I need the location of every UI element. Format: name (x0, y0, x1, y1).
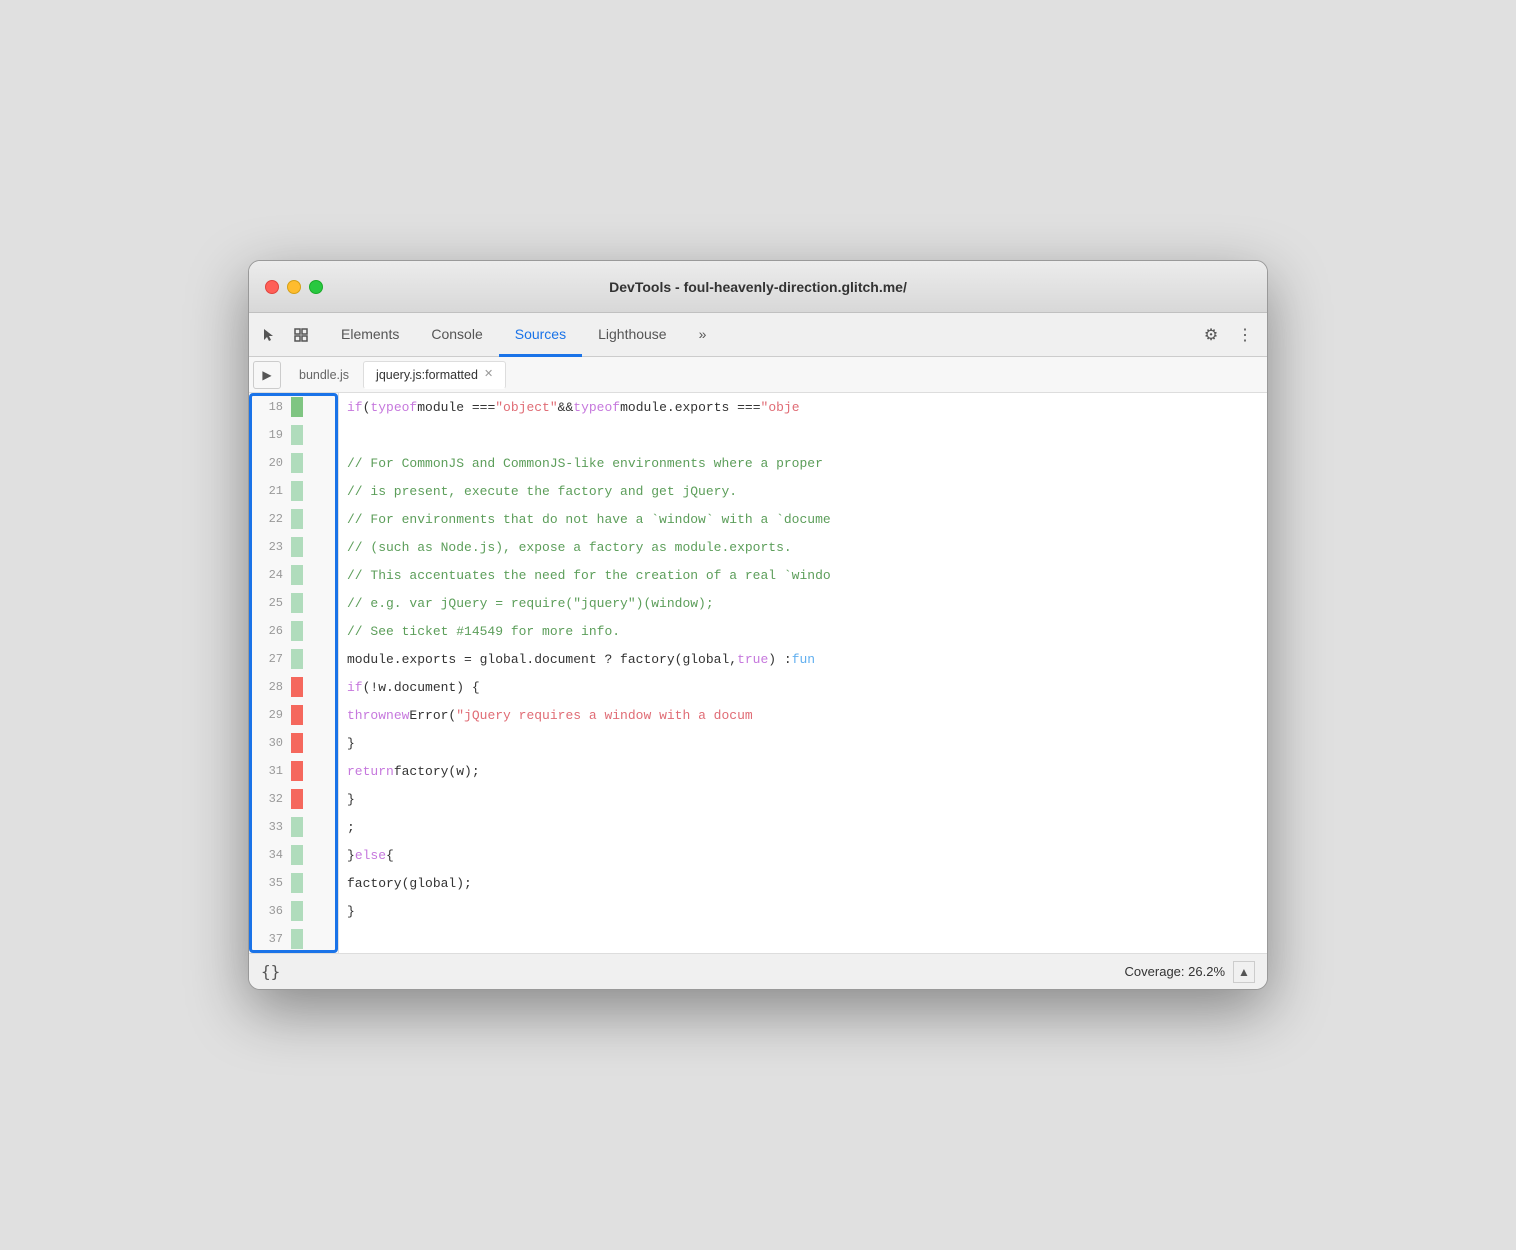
window-title: DevTools - foul-heavenly-direction.glitc… (609, 279, 907, 295)
gutter-line-26: 26 (249, 617, 338, 645)
gutter-line-28: 28 (249, 673, 338, 701)
code-line-22: // For environments that do not have a `… (347, 505, 1267, 533)
gutter-line-19: 19 (249, 421, 338, 449)
coverage-34 (291, 845, 303, 865)
coverage-20 (291, 453, 303, 473)
gutter-line-23: 23 (249, 533, 338, 561)
code-line-31: return factory(w); (347, 757, 1267, 785)
coverage-24 (291, 565, 303, 585)
code-line-18: if (typeof module === "object" && typeof… (347, 393, 1267, 421)
coverage-label: Coverage: 26.2% (1125, 964, 1225, 979)
tab-bar-actions: ⚙ ⋮ (1197, 313, 1259, 356)
gutter-line-37: 37 (249, 925, 338, 953)
code-line-35: factory(global); (347, 869, 1267, 897)
gutter-line-25: 25 (249, 589, 338, 617)
gutter-line-31: 31 (249, 757, 338, 785)
gutter-line-35: 35 (249, 869, 338, 897)
code-line-27: module.exports = global.document ? facto… (347, 645, 1267, 673)
more-options-icon[interactable]: ⋮ (1231, 321, 1259, 349)
code-line-33: ; (347, 813, 1267, 841)
code-line-25: // e.g. var jQuery = require("jquery")(w… (347, 589, 1267, 617)
maximize-button[interactable] (309, 280, 323, 294)
gutter-line-34: 34 (249, 841, 338, 869)
coverage-36 (291, 901, 303, 921)
coverage-26 (291, 621, 303, 641)
format-button[interactable]: {} (261, 962, 280, 981)
coverage-23 (291, 537, 303, 557)
coverage-37 (291, 929, 303, 949)
code-panel[interactable]: if (typeof module === "object" && typeof… (339, 393, 1267, 953)
code-line-26: // See ticket #14549 for more info. (347, 617, 1267, 645)
file-tab-jquery[interactable]: jquery.js:formatted ✕ (363, 361, 506, 389)
code-editor: 18 19 20 21 22 (249, 393, 1267, 953)
code-line-34: } else { (347, 841, 1267, 869)
tab-bar: Elements Console Sources Lighthouse » ⚙ … (249, 313, 1267, 357)
close-button[interactable] (265, 280, 279, 294)
traffic-lights (265, 280, 323, 294)
gutter-line-29: 29 (249, 701, 338, 729)
title-bar: DevTools - foul-heavenly-direction.glitc… (249, 261, 1267, 313)
file-tab-bar: ▶ bundle.js jquery.js:formatted ✕ (249, 357, 1267, 393)
tab-elements[interactable]: Elements (325, 314, 415, 357)
coverage-28 (291, 677, 303, 697)
gutter-line-18: 18 (249, 393, 338, 421)
code-line-28: if (!w.document) { (347, 673, 1267, 701)
coverage-29 (291, 705, 303, 725)
code-line-30: } (347, 729, 1267, 757)
tab-bar-tools (257, 313, 325, 356)
code-line-37 (347, 925, 1267, 953)
tab-lighthouse[interactable]: Lighthouse (582, 314, 683, 357)
main-tabs: Elements Console Sources Lighthouse » (325, 313, 1197, 356)
coverage-18 (291, 397, 303, 417)
gutter-line-21: 21 (249, 477, 338, 505)
close-tab-icon[interactable]: ✕ (484, 369, 493, 380)
tab-more[interactable]: » (683, 314, 723, 357)
gutter-line-32: 32 (249, 785, 338, 813)
coverage-27 (291, 649, 303, 669)
coverage-31 (291, 761, 303, 781)
gutter-line-27: 27 (249, 645, 338, 673)
coverage-21 (291, 481, 303, 501)
code-line-23: // (such as Node.js), expose a factory a… (347, 533, 1267, 561)
tab-console[interactable]: Console (415, 314, 498, 357)
settings-icon[interactable]: ⚙ (1197, 321, 1225, 349)
code-line-20: // For CommonJS and CommonJS-like enviro… (347, 449, 1267, 477)
code-line-19 (347, 421, 1267, 449)
gutter-line-30: 30 (249, 729, 338, 757)
coverage-35 (291, 873, 303, 893)
code-line-32: } (347, 785, 1267, 813)
coverage-32 (291, 789, 303, 809)
minimize-button[interactable] (287, 280, 301, 294)
panel-toggle-button[interactable]: ▶ (253, 361, 281, 389)
gutter-line-22: 22 (249, 505, 338, 533)
code-line-29: throw new Error("jQuery requires a windo… (347, 701, 1267, 729)
gutter-line-24: 24 (249, 561, 338, 589)
code-line-21: // is present, execute the factory and g… (347, 477, 1267, 505)
coverage-30 (291, 733, 303, 753)
coverage-22 (291, 509, 303, 529)
file-tab-bundle[interactable]: bundle.js (287, 361, 361, 389)
gutter-line-20: 20 (249, 449, 338, 477)
code-line-24: // This accentuates the need for the cre… (347, 561, 1267, 589)
cursor-icon[interactable] (257, 323, 281, 347)
coverage-25 (291, 593, 303, 613)
coverage-19 (291, 425, 303, 445)
gutter-line-33: 33 (249, 813, 338, 841)
scroll-up-button[interactable]: ▲ (1233, 961, 1255, 983)
line-gutter: 18 19 20 21 22 (249, 393, 339, 953)
coverage-33 (291, 817, 303, 837)
status-right: Coverage: 26.2% ▲ (1125, 961, 1255, 983)
code-line-36: } (347, 897, 1267, 925)
tab-sources[interactable]: Sources (499, 314, 582, 357)
inspect-icon[interactable] (289, 323, 313, 347)
devtools-window: DevTools - foul-heavenly-direction.glitc… (248, 260, 1268, 990)
gutter-line-36: 36 (249, 897, 338, 925)
status-bar: {} Coverage: 26.2% ▲ (249, 953, 1267, 989)
status-left: {} (261, 962, 280, 981)
